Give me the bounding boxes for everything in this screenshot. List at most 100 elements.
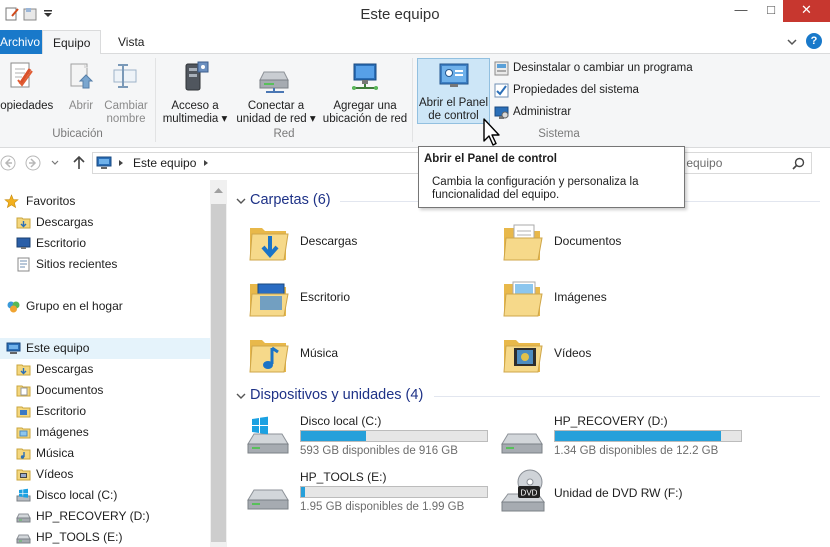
tab-equipo[interactable]: Equipo — [42, 30, 102, 55]
ribbon-tabs: Archivo Equipo Vista ? — [0, 30, 830, 55]
drive-usage-fill — [301, 431, 367, 441]
drive-name: Unidad de DVD RW (F:) — [554, 486, 683, 500]
close-button[interactable]: ✕ — [783, 0, 830, 22]
manage-item[interactable]: Administrar — [494, 102, 584, 122]
rename-button[interactable]: Cambiar nombre — [101, 58, 151, 125]
search-box[interactable]: r equipo — [668, 152, 812, 174]
nav-item-downloads[interactable]: Descargas — [0, 212, 210, 233]
nav-homegroup[interactable]: Grupo en el hogar — [0, 296, 210, 317]
folder-tile-videos[interactable]: Vídeos — [500, 328, 740, 378]
breadcrumb-chevron-icon[interactable] — [203, 159, 209, 167]
nav-item-desktop[interactable]: Escritorio — [0, 233, 210, 254]
breadcrumb-chevron-icon[interactable] — [118, 159, 124, 167]
back-icon[interactable] — [0, 155, 16, 171]
drive-icon — [501, 433, 543, 454]
folder-tile-desktop[interactable]: Escritorio — [246, 272, 486, 322]
nav-item-pictures[interactable]: Imágenes — [0, 422, 210, 443]
system-properties-icon — [494, 83, 509, 98]
group-label-system: Sistema — [538, 128, 580, 140]
recent-places-icon — [17, 257, 30, 272]
drive-tile-f[interactable]: DVD Unidad de DVD RW (F:) — [500, 468, 746, 518]
documents-folder-icon — [503, 224, 543, 261]
nav-item-label: Disco local (C:) — [36, 488, 118, 502]
nav-item-drive-d[interactable]: HP_RECOVERY (D:) — [0, 506, 210, 527]
svg-text:DVD: DVD — [521, 489, 538, 498]
folder-name: Documentos — [554, 234, 622, 248]
desktop-folder-icon — [249, 283, 289, 317]
nav-favorites-label: Favoritos — [26, 194, 76, 208]
folder-tile-documents[interactable]: Documentos — [500, 216, 740, 266]
documents-folder-icon — [16, 385, 31, 397]
folder-name: Descargas — [300, 234, 358, 248]
nav-scrollbar-thumb[interactable] — [211, 204, 226, 542]
drive-tile-d[interactable]: HP_RECOVERY (D:) 1.34 GB disponibles de … — [500, 412, 746, 462]
pictures-folder-icon — [16, 427, 31, 439]
nav-item-label: Descargas — [36, 215, 94, 229]
computer-icon — [6, 342, 21, 354]
nav-item-label: Descargas — [36, 362, 94, 376]
nav-homegroup-label: Grupo en el hogar — [26, 299, 123, 313]
star-icon — [4, 194, 19, 209]
tooltip: Abrir el Panel de control Cambia la conf… — [418, 146, 685, 208]
help-icon[interactable]: ? — [806, 33, 822, 49]
nav-item-drive-e[interactable]: HP_TOOLS (E:) — [0, 527, 210, 547]
nav-favorites[interactable]: Favoritos — [0, 191, 210, 212]
drive-icon — [247, 489, 289, 510]
media-access-button[interactable]: Acceso a multimedia ▾ — [160, 58, 230, 125]
nav-item-label: Sitios recientes — [36, 257, 118, 271]
nav-item-documents[interactable]: Documentos — [0, 380, 210, 401]
nav-item-desktop[interactable]: Escritorio — [0, 401, 210, 422]
desktop-folder-icon — [16, 406, 31, 418]
folder-tile-music[interactable]: Música — [246, 328, 486, 378]
drive-tile-c[interactable]: Disco local (C:) 593 GB disponibles de 9… — [246, 412, 492, 462]
tab-vista[interactable]: Vista — [108, 30, 154, 54]
nav-this-pc-label: Este equipo — [26, 341, 90, 355]
control-panel-icon — [439, 63, 469, 87]
up-icon[interactable] — [72, 155, 86, 171]
properties-button[interactable]: Propiedades — [0, 58, 62, 124]
nav-this-pc[interactable]: Este equipo — [0, 338, 210, 359]
nav-item-recent-places[interactable]: Sitios recientes — [0, 254, 210, 275]
devices-header[interactable]: Dispositivos y unidades (4) — [250, 387, 423, 403]
open-control-panel-button[interactable]: Abrir el Panel de control — [417, 58, 490, 124]
network-drive-icon — [259, 71, 289, 93]
collapse-icon[interactable] — [236, 391, 246, 401]
drive-info: 1.95 GB disponibles de 1.99 GB — [300, 501, 465, 513]
nav-item-downloads[interactable]: Descargas — [0, 359, 210, 380]
address-bar-row: Este equipo r equipo — [0, 148, 830, 178]
collapse-icon[interactable] — [236, 196, 246, 206]
drive-icon — [16, 534, 31, 544]
map-network-drive-button[interactable]: Conectar a unidad de red ▾ — [236, 58, 316, 125]
drive-tile-e[interactable]: HP_TOOLS (E:) 1.95 GB disponibles de 1.9… — [246, 468, 492, 518]
recent-locations-icon[interactable] — [50, 159, 60, 167]
scroll-up-icon[interactable] — [213, 186, 224, 194]
section-divider — [434, 396, 820, 397]
computer-icon — [96, 156, 112, 169]
open-label: Abrir — [68, 100, 94, 112]
breadcrumb[interactable]: Este equipo — [133, 156, 196, 170]
folders-header[interactable]: Carpetas (6) — [250, 192, 331, 208]
open-control-panel-label: Abrir el Panel de control — [418, 97, 489, 122]
nav-item-label: Vídeos — [36, 467, 74, 481]
forward-icon[interactable] — [24, 155, 42, 171]
mouse-cursor-icon — [483, 118, 500, 146]
system-properties-item[interactable]: Propiedades del sistema — [494, 80, 644, 100]
maximize-button[interactable]: □ — [756, 0, 786, 22]
search-icon[interactable] — [792, 157, 805, 170]
dvd-drive-icon: DVD — [501, 469, 545, 512]
minimize-button[interactable]: — — [726, 0, 756, 22]
folder-tile-pictures[interactable]: Imágenes — [500, 272, 740, 322]
properties-label: Propiedades — [0, 100, 54, 112]
network-location-icon — [352, 63, 378, 90]
navigation-pane: Favoritos Descargas Escritorio Sitios re… — [0, 180, 226, 547]
nav-item-videos[interactable]: Vídeos — [0, 464, 210, 485]
folder-tile-downloads[interactable]: Descargas — [246, 216, 486, 266]
chevron-down-icon[interactable] — [786, 36, 798, 48]
uninstall-program-item[interactable]: Desinstalar o cambiar un programa — [494, 58, 704, 78]
nav-item-drive-c[interactable]: Disco local (C:) — [0, 485, 210, 506]
nav-item-music[interactable]: Música — [0, 443, 210, 464]
open-button[interactable]: Abrir — [64, 58, 98, 124]
add-network-location-button[interactable]: Agregar una ubicación de red — [322, 58, 408, 125]
group-divider — [412, 58, 413, 142]
drive-usage-bar — [300, 430, 488, 442]
